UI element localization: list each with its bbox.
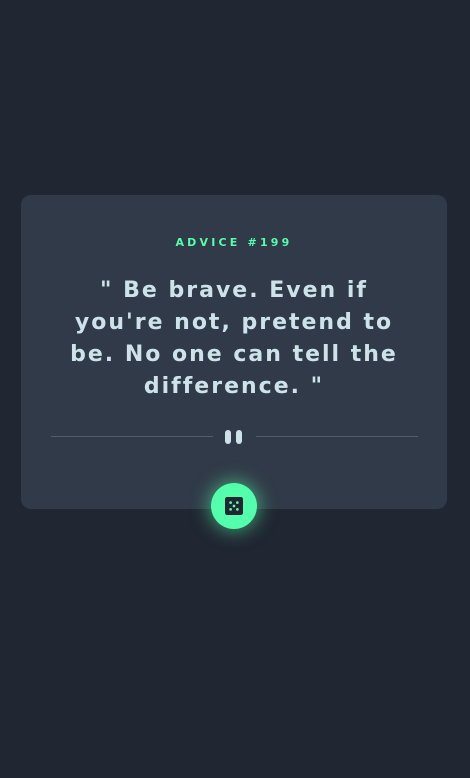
advice-quote: " Be brave. Even if you're not, pretend …	[70, 278, 398, 399]
pattern-divider	[51, 429, 418, 445]
divider-line-right	[256, 436, 418, 437]
pause-icon	[225, 430, 245, 444]
pause-bar-left	[225, 430, 231, 444]
advice-id: ADVICE #199	[175, 236, 293, 249]
advice-quote-wrapper: " Be brave. Even if you're not, pretend …	[21, 275, 447, 403]
generate-advice-button[interactable]	[211, 483, 257, 529]
page: ADVICE #199 " Be brave. Even if you're n…	[0, 0, 470, 778]
pause-bar-right	[236, 430, 242, 444]
divider-line-left	[51, 436, 213, 437]
dice-icon	[225, 497, 243, 515]
advice-card: ADVICE #199 " Be brave. Even if you're n…	[21, 195, 447, 509]
